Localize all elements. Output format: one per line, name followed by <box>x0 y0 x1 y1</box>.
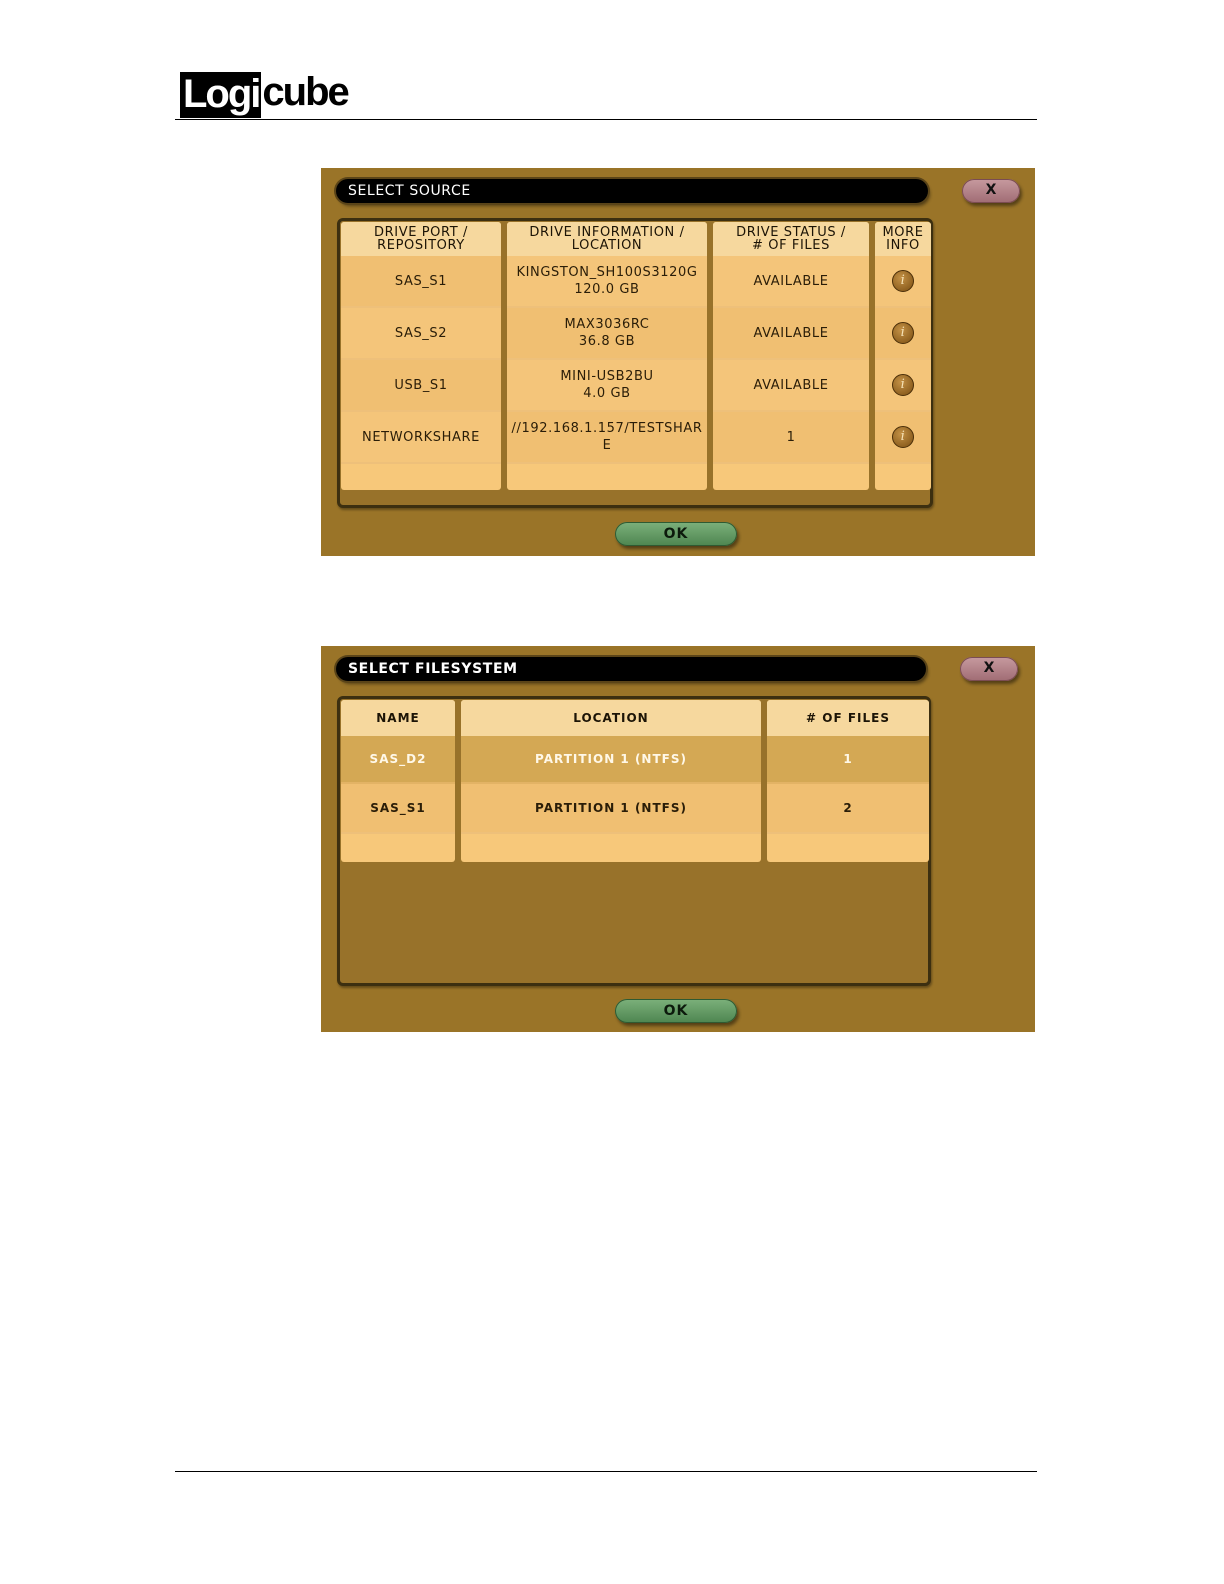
source-column-header-port: DRIVE PORT / REPOSITORY <box>341 222 501 256</box>
source-row-1-info[interactable]: KINGSTON_SH100S3120G 120.0 GB <box>507 256 707 308</box>
select-source-screen: SELECT SOURCE X DRIVE PORT / REPOSITORY S… <box>321 168 1035 556</box>
source-row-3-status[interactable]: AVAILABLE <box>713 360 869 412</box>
filesystem-row-2-files[interactable]: 2 <box>767 784 929 834</box>
info-icon[interactable]: i <box>892 322 914 344</box>
source-port-cells: SAS_S1 SAS_S2 USB_S1 NETWORKSHARE <box>341 256 501 464</box>
source-row-1-more: i <box>875 256 931 308</box>
filesystem-table-panel: NAME SAS_D2 SAS_S1 LOCATION PARTITION 1 … <box>337 696 931 986</box>
filesystem-column-header-name: NAME <box>341 700 455 736</box>
source-row-1-port[interactable]: SAS_S1 <box>341 256 501 308</box>
filesystem-row-2-name[interactable]: SAS_S1 <box>341 784 455 834</box>
source-column-header-info: DRIVE INFORMATION / LOCATION <box>507 222 707 256</box>
source-row-2-port[interactable]: SAS_S2 <box>341 308 501 360</box>
source-row-1-status[interactable]: AVAILABLE <box>713 256 869 308</box>
source-row-4-port[interactable]: NETWORKSHARE <box>341 412 501 464</box>
filesystem-column-location: LOCATION PARTITION 1 (NTFS) PARTITION 1 … <box>461 700 761 862</box>
select-source-title: SELECT SOURCE <box>336 179 928 203</box>
filesystem-column-header-files: # OF FILES <box>767 700 929 736</box>
source-column-info: DRIVE INFORMATION / LOCATION KINGSTON_SH1… <box>507 222 707 490</box>
filesystem-row-2-location[interactable]: PARTITION 1 (NTFS) <box>461 784 761 834</box>
source-row-4-info[interactable]: //192.168.1.157/TESTSHAR E <box>507 412 707 464</box>
source-row-3-info[interactable]: MINI-USB2BU 4.0 GB <box>507 360 707 412</box>
source-table-panel: DRIVE PORT / REPOSITORY SAS_S1 SAS_S2 USB… <box>337 218 933 508</box>
filesystem-column-files: # OF FILES 1 2 <box>767 700 929 862</box>
source-row-2-status[interactable]: AVAILABLE <box>713 308 869 360</box>
source-row-3-port[interactable]: USB_S1 <box>341 360 501 412</box>
select-filesystem-close-button[interactable]: X <box>960 657 1018 681</box>
select-source-close-button[interactable]: X <box>962 179 1020 203</box>
select-source-ok-button[interactable]: OK <box>615 522 737 546</box>
logo-boxed-text: Logi <box>180 72 261 118</box>
logo-text: cube <box>262 70 349 114</box>
source-row-2-more: i <box>875 308 931 360</box>
source-column-header-more-info: MORE INFO <box>875 222 931 256</box>
source-row-4-status[interactable]: 1 <box>713 412 869 464</box>
info-icon[interactable]: i <box>892 270 914 292</box>
source-column-port: DRIVE PORT / REPOSITORY SAS_S1 SAS_S2 USB… <box>341 222 501 490</box>
logicube-logo: Logi cube <box>180 70 350 118</box>
filesystem-column-header-location: LOCATION <box>461 700 761 736</box>
select-filesystem-ok-button[interactable]: OK <box>615 999 737 1023</box>
header-rule <box>175 119 1037 120</box>
source-column-more-info: MORE INFO i i i i <box>875 222 931 490</box>
filesystem-row-1-location[interactable]: PARTITION 1 (NTFS) <box>461 736 761 784</box>
select-filesystem-screen: SELECT FILESYSTEM X NAME SAS_D2 SAS_S1 L… <box>321 646 1035 1032</box>
info-icon[interactable]: i <box>892 374 914 396</box>
source-column-status: DRIVE STATUS / # OF FILES AVAILABLE AVAIL… <box>713 222 869 490</box>
filesystem-column-name: NAME SAS_D2 SAS_S1 <box>341 700 455 862</box>
filesystem-row-1-files[interactable]: 1 <box>767 736 929 784</box>
footer-rule <box>175 1471 1037 1472</box>
select-filesystem-title: SELECT FILESYSTEM <box>336 657 926 681</box>
source-row-3-more: i <box>875 360 931 412</box>
source-row-4-more: i <box>875 412 931 464</box>
filesystem-row-1-name[interactable]: SAS_D2 <box>341 736 455 784</box>
info-icon[interactable]: i <box>892 426 914 448</box>
source-row-2-info[interactable]: MAX3036RC 36.8 GB <box>507 308 707 360</box>
source-column-header-status: DRIVE STATUS / # OF FILES <box>713 222 869 256</box>
